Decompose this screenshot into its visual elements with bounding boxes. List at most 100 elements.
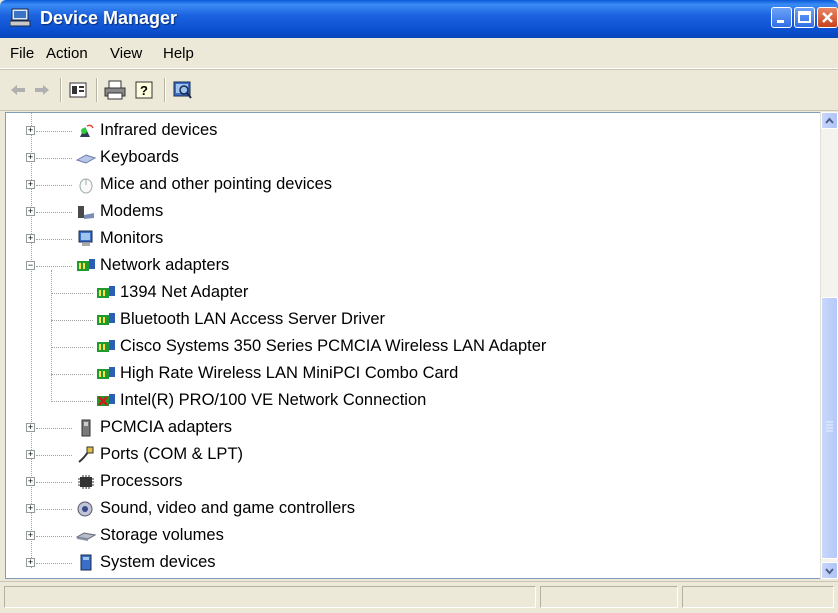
- tree-connector: [51, 374, 93, 375]
- tree-connector: [51, 320, 93, 321]
- network-adapter-icon: [97, 312, 115, 325]
- tree-item-label: Processors: [100, 472, 183, 490]
- maximize-button[interactable]: [794, 7, 815, 28]
- status-pane-main: [4, 586, 536, 608]
- tree-connector: [36, 239, 72, 240]
- network-adapter-disabled-icon: [97, 393, 115, 406]
- tree-connector: [36, 131, 72, 132]
- tree-connector: [51, 293, 93, 294]
- status-pane: [682, 586, 834, 608]
- expand-icon[interactable]: +: [26, 207, 35, 216]
- expand-icon[interactable]: +: [26, 504, 35, 513]
- expand-icon[interactable]: +: [26, 477, 35, 486]
- tree-item-label: High Rate Wireless LAN MiniPCI Combo Car…: [120, 364, 459, 382]
- collapse-icon[interactable]: −: [26, 261, 35, 270]
- tree-item-label: Storage volumes: [100, 526, 224, 544]
- menu-action[interactable]: Action: [46, 45, 88, 62]
- properties-icon[interactable]: [68, 80, 88, 100]
- expand-icon[interactable]: +: [26, 450, 35, 459]
- network-adapter-icon: [77, 258, 95, 271]
- network-adapter-icon: [97, 339, 115, 352]
- back-icon[interactable]: [8, 80, 28, 100]
- tree-connector: [36, 428, 72, 429]
- tree-item-label: Intel(R) PRO/100 VE Network Connection: [120, 391, 427, 409]
- device-manager-window: Device Manager File Action View Help ? +…: [0, 0, 838, 613]
- tree-item-label: System devices: [100, 553, 216, 571]
- menu-bar: File Action View Help: [0, 38, 838, 69]
- forward-icon[interactable]: [32, 80, 52, 100]
- maximize-icon: [798, 11, 811, 23]
- minimize-icon: [777, 20, 784, 23]
- scroll-down-button[interactable]: [821, 562, 838, 579]
- expand-icon[interactable]: +: [26, 126, 35, 135]
- tree-connector: [36, 536, 72, 537]
- keyboard-icon: [76, 153, 96, 164]
- tree-item-label: Network adapters: [100, 256, 230, 274]
- tree-connector: [36, 482, 72, 483]
- infrared-icon: [80, 124, 94, 137]
- network-adapter-icon: [97, 366, 115, 379]
- tree-item-label: Mice and other pointing devices: [100, 175, 333, 193]
- tree-item-label: Cisco Systems 350 Series PCMCIA Wireless…: [120, 337, 547, 355]
- menu-view[interactable]: View: [110, 45, 142, 62]
- tree-connector: [36, 185, 72, 186]
- help-icon[interactable]: ?: [134, 80, 156, 100]
- grip-icon: [826, 421, 833, 432]
- menu-help[interactable]: Help: [163, 45, 194, 62]
- network-adapter-icon: [97, 285, 115, 298]
- status-pane: [540, 586, 678, 608]
- tree-connector: [51, 401, 93, 402]
- tree-connector: [36, 455, 72, 456]
- tree-item-bluetooth-lan[interactable]: Bluetooth LAN Access Server Driver: [46, 306, 385, 333]
- tree-item-sound-video[interactable]: + Sound, video and game controllers: [26, 495, 355, 522]
- tree-item-cisco-wireless[interactable]: Cisco Systems 350 Series PCMCIA Wireless…: [46, 333, 546, 360]
- toolbar-separator: [164, 78, 166, 102]
- tree-item-high-rate-wireless[interactable]: High Rate Wireless LAN MiniPCI Combo Car…: [46, 360, 458, 387]
- sound-icon: [77, 501, 93, 516]
- tree-connector: [51, 347, 93, 348]
- expand-icon[interactable]: +: [26, 558, 35, 567]
- expand-icon[interactable]: +: [26, 234, 35, 243]
- tree-connector: [36, 212, 72, 213]
- scroll-thumb[interactable]: [821, 297, 838, 559]
- status-bar: [0, 581, 838, 613]
- print-icon[interactable]: [104, 80, 126, 100]
- tree-connector: [36, 266, 72, 267]
- vertical-scrollbar[interactable]: [820, 112, 838, 579]
- tree-item-label: Sound, video and game controllers: [100, 499, 355, 517]
- device-tree[interactable]: + Infrared devices + Keyboards + Mice an…: [5, 112, 822, 579]
- chevron-down-icon: [825, 568, 834, 575]
- window-title: Device Manager: [40, 8, 178, 28]
- toolbar-separator: [96, 78, 98, 102]
- pcmcia-icon: [81, 419, 91, 436]
- processor-icon: [78, 474, 94, 489]
- close-button[interactable]: [817, 7, 838, 28]
- expand-icon[interactable]: +: [26, 531, 35, 540]
- tree-item-label: Keyboards: [100, 148, 179, 166]
- chevron-up-icon: [825, 117, 834, 124]
- port-icon: [78, 446, 94, 463]
- expand-icon[interactable]: +: [26, 180, 35, 189]
- minimize-button[interactable]: [771, 7, 792, 28]
- expand-icon[interactable]: +: [26, 153, 35, 162]
- system-icon: [80, 554, 92, 570]
- menu-file[interactable]: File: [10, 45, 34, 62]
- tree-item-label: Monitors: [100, 229, 164, 247]
- scroll-up-button[interactable]: [821, 112, 838, 129]
- tree-item-intel-pro100[interactable]: Intel(R) PRO/100 VE Network Connection: [46, 387, 426, 414]
- tree-item-label: Modems: [100, 202, 164, 220]
- mouse-icon: [79, 178, 93, 193]
- monitor-icon: [78, 230, 93, 246]
- scan-hardware-icon[interactable]: [172, 80, 194, 100]
- tree-connector: [36, 563, 72, 564]
- expand-icon[interactable]: +: [26, 423, 35, 432]
- tree-item-label: PCMCIA adapters: [100, 418, 233, 436]
- toolbar-separator: [60, 78, 62, 102]
- tree-connector: [36, 158, 72, 159]
- tree-item-label: Bluetooth LAN Access Server Driver: [120, 310, 386, 328]
- svg-text:?: ?: [140, 83, 148, 98]
- storage-icon: [76, 531, 96, 541]
- tree-item-label: Ports (COM & LPT): [100, 445, 244, 463]
- title-bar[interactable]: Device Manager: [0, 0, 838, 38]
- computer-icon: [10, 8, 31, 27]
